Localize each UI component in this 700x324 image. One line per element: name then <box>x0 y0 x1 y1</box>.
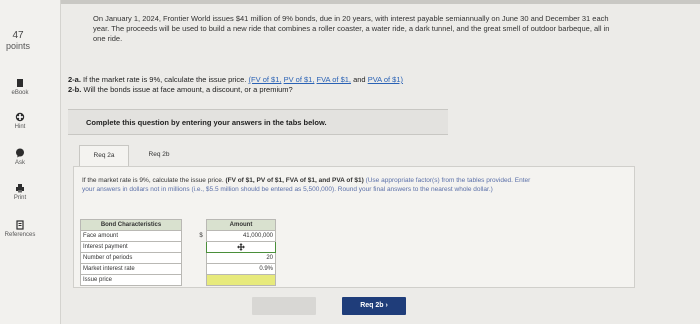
bond-table: Bond Characteristics Amount Face amount … <box>80 219 276 286</box>
sidebar-item-references[interactable]: References <box>0 220 40 238</box>
tab-bar: Req 2a Req 2b <box>73 145 433 167</box>
row-label-issue-price: Issue price <box>80 274 182 286</box>
table-row: Face amount $ 41,000,000 <box>80 230 276 242</box>
instruction-box: Complete this question by entering your … <box>68 109 448 135</box>
problem-statement: On January 1, 2024, Frontier World issue… <box>93 14 610 43</box>
panel-question-refs: (FV of $1, PV of $1, FVA of $1, and PVA … <box>225 177 364 184</box>
print-icon <box>16 184 24 193</box>
tab-panel: If the market rate is 9%, calculate the … <box>73 166 635 288</box>
points-value: 47 <box>12 30 24 41</box>
pv-table-link[interactable]: PV of $1, <box>284 75 315 84</box>
market-interest-rate-input[interactable]: 0.9% <box>206 263 276 275</box>
issue-price-input[interactable] <box>206 274 276 286</box>
part-a-label: 2-a. <box>68 75 81 84</box>
part-b-label: 2-b. <box>68 85 82 94</box>
tab-req-2a[interactable]: Req 2a <box>79 145 129 166</box>
next-req-2b-button[interactable]: Req 2b › <box>342 297 406 315</box>
header-amount: Amount <box>206 219 276 231</box>
sidebar-item-label: Print <box>13 195 27 201</box>
tab-req-2b[interactable]: Req 2b <box>135 145 183 165</box>
sidebar-item-hint[interactable]: Hint <box>0 112 40 130</box>
hint-icon <box>15 112 25 122</box>
points-label: points <box>6 41 31 51</box>
prev-button[interactable] <box>252 297 316 315</box>
links-and: and <box>353 75 366 84</box>
table-row: Issue price <box>80 274 276 286</box>
instruction-text: Complete this question by entering your … <box>86 118 327 127</box>
sidebar-item-label: Ask <box>14 160 25 166</box>
sidebar-item-print[interactable]: Print <box>0 183 40 201</box>
move-cursor-icon <box>237 243 245 251</box>
points-indicator: 47 points <box>6 30 30 52</box>
ask-icon <box>16 148 24 158</box>
row-label-interest-payment: Interest payment <box>80 241 182 253</box>
question-parts: 2-a. If the market rate is 9%, calculate… <box>68 75 548 95</box>
part-b: 2-b. Will the bonds issue at face amount… <box>68 85 548 95</box>
sidebar: 47 points eBook Hint Ask Print Reference… <box>0 0 61 324</box>
interest-payment-input[interactable] <box>206 241 276 253</box>
book-icon <box>17 79 23 87</box>
fva-table-link[interactable]: FVA of $1, <box>317 75 351 84</box>
sidebar-item-ebook[interactable]: eBook <box>0 78 40 96</box>
part-a: 2-a. If the market rate is 9%, calculate… <box>68 75 548 85</box>
references-icon <box>16 220 24 230</box>
sidebar-item-ask[interactable]: Ask <box>0 148 40 166</box>
part-b-text: Will the bonds issue at face amount, a d… <box>83 85 293 94</box>
table-row: Interest payment <box>80 241 276 253</box>
row-label-face-amount: Face amount <box>80 230 182 242</box>
table-header-row: Bond Characteristics Amount <box>80 219 276 231</box>
face-amount-value: 41,000,000 <box>206 230 276 242</box>
sidebar-item-label: References <box>4 232 36 238</box>
panel-question: If the market rate is 9%, calculate the … <box>82 177 224 184</box>
sidebar-item-label: Hint <box>14 124 26 130</box>
main-content: On January 1, 2024, Frontier World issue… <box>60 0 700 324</box>
panel-instructions: If the market rate is 9%, calculate the … <box>82 177 542 194</box>
sidebar-item-label: eBook <box>11 90 29 96</box>
pva-table-link[interactable]: PVA of $1) <box>368 75 403 84</box>
header-bond-characteristics: Bond Characteristics <box>80 219 182 231</box>
table-row: Market interest rate 0.9% <box>80 263 276 275</box>
currency-symbol: $ <box>199 233 203 239</box>
row-label-market-interest-rate: Market interest rate <box>80 263 182 275</box>
part-a-text: If the market rate is 9%, calculate the … <box>83 75 247 84</box>
table-row: Number of periods 20 <box>80 252 276 264</box>
row-label-number-of-periods: Number of periods <box>80 252 182 264</box>
fv-table-link[interactable]: (FV of $1, <box>249 75 282 84</box>
number-of-periods-input[interactable]: 20 <box>206 252 276 264</box>
